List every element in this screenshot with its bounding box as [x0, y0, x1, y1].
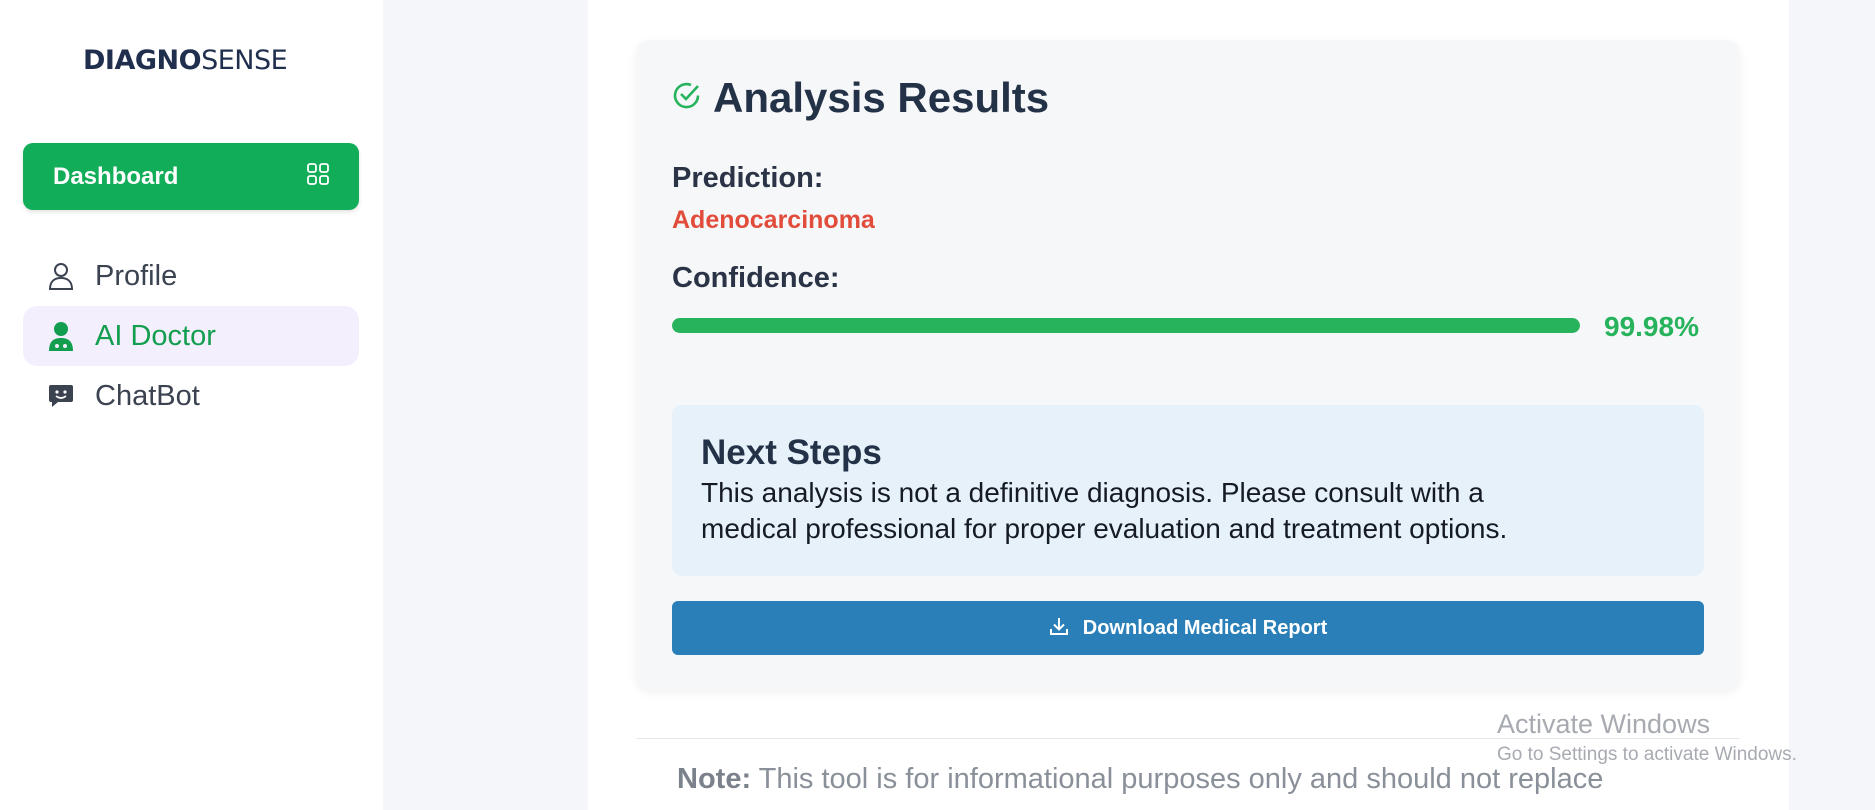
note-label: Note: — [677, 763, 752, 795]
grid-icon — [307, 163, 329, 190]
results-header: Analysis Results — [672, 74, 1049, 122]
chat-icon — [47, 382, 75, 410]
next-steps-text-line1: This analysis is not a definitive diagno… — [701, 477, 1484, 508]
analysis-results-card — [636, 40, 1740, 690]
sidebar-item-ai-doctor[interactable]: AI Doctor — [23, 306, 359, 366]
dashboard-label: Dashboard — [53, 162, 179, 190]
doctor-icon — [47, 322, 75, 351]
next-steps-text-line2: medical professional for proper evaluati… — [701, 513, 1508, 544]
sidebar-item-label: Profile — [95, 259, 178, 292]
download-report-button[interactable]: Download Medical Report — [672, 601, 1704, 655]
activate-windows-watermark: Activate Windows Go to Settings to activ… — [1497, 709, 1797, 766]
logo[interactable]: DIAGNOSENSE — [83, 45, 288, 76]
download-icon — [1049, 616, 1069, 641]
dashboard-button[interactable]: Dashboard — [23, 143, 359, 210]
watermark-subtitle: Go to Settings to activate Windows. — [1497, 744, 1797, 765]
next-steps-box: Next Steps This analysis is not a defini… — [672, 405, 1704, 576]
user-icon — [47, 262, 75, 290]
confidence-bar — [672, 318, 1580, 333]
next-steps-title: Next Steps — [701, 433, 882, 472]
sidebar: DIAGNOSENSE Dashboard Profile AI Doctor — [0, 0, 383, 810]
confidence-value: 99.98% — [1604, 311, 1699, 342]
watermark-title: Activate Windows — [1497, 709, 1711, 739]
download-label: Download Medical Report — [1082, 616, 1328, 639]
sidebar-item-label: ChatBot — [95, 379, 200, 412]
confidence-label: Confidence: — [672, 262, 840, 294]
note-text: This tool is for informational purposes … — [751, 763, 1604, 795]
sidebar-item-label: AI Doctor — [95, 319, 216, 352]
sidebar-item-chatbot[interactable]: ChatBot — [23, 366, 359, 426]
logo-bold-text: DIAGNO — [83, 45, 202, 76]
confidence-bar-fill — [672, 318, 1580, 333]
sidebar-item-profile[interactable]: Profile — [23, 246, 359, 306]
prediction-label: Prediction: — [672, 162, 824, 194]
prediction-value: Adenocarcinoma — [672, 206, 875, 234]
logo-regular-text: SENSE — [201, 45, 288, 76]
check-circle-icon — [672, 81, 701, 115]
disclaimer-note: Note: This tool is for informational pur… — [677, 763, 1737, 796]
results-title: Analysis Results — [713, 74, 1050, 121]
